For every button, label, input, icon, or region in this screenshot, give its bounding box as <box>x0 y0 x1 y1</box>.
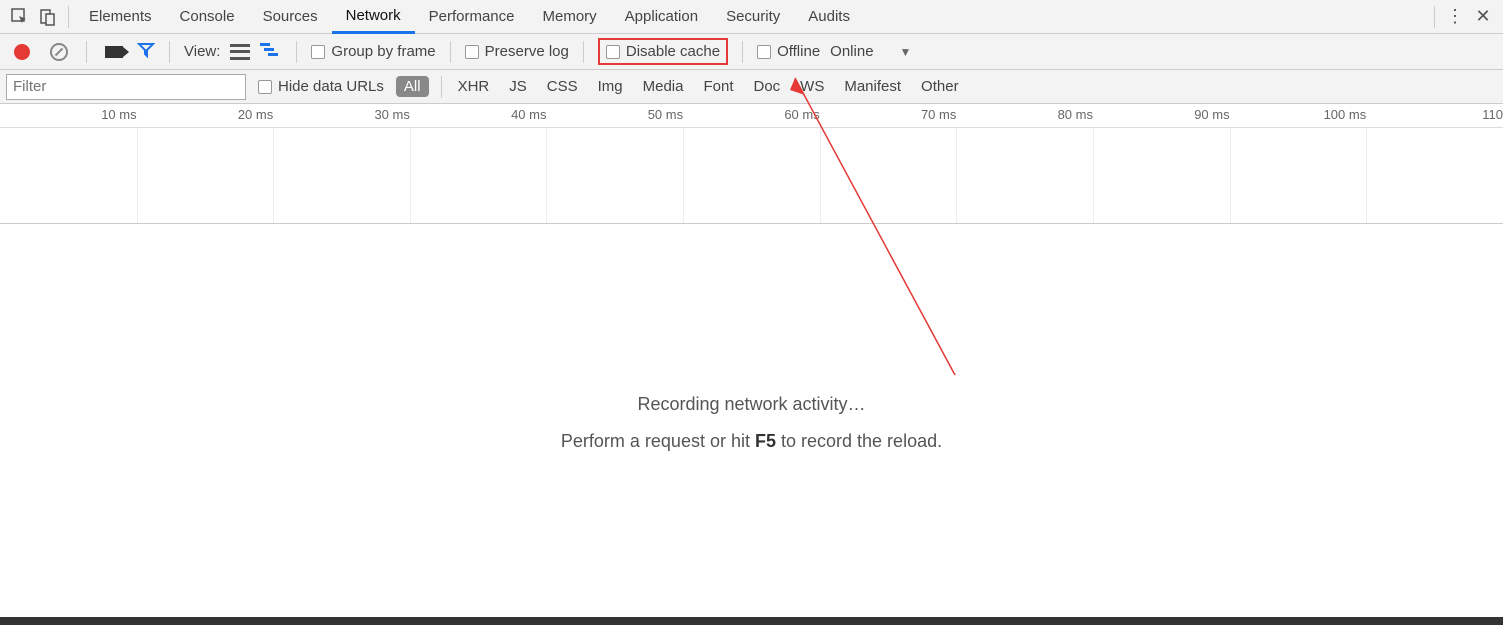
record-button[interactable] <box>14 44 30 60</box>
hide-data-urls-checkbox[interactable]: Hide data URLs <box>258 78 384 95</box>
recording-status-text: Recording network activity… <box>0 394 1503 415</box>
timeline-tick: 10 ms <box>101 107 136 122</box>
filter-input[interactable] <box>6 74 246 100</box>
group-by-frame-label: Group by frame <box>331 43 435 60</box>
hint-text: Perform a request or hit F5 to record th… <box>0 431 1503 452</box>
hint-suffix: to record the reload. <box>776 431 942 451</box>
tab-audits[interactable]: Audits <box>794 0 864 34</box>
tab-elements[interactable]: Elements <box>75 0 166 34</box>
hint-prefix: Perform a request or hit <box>561 431 755 451</box>
waterfall-view-icon[interactable] <box>260 42 282 62</box>
timeline-overview[interactable]: 10 ms 20 ms 30 ms 40 ms 50 ms 60 ms 70 m… <box>0 104 1503 224</box>
filter-bar: Hide data URLs All XHR JS CSS Img Media … <box>0 70 1503 104</box>
view-label: View: <box>184 43 220 60</box>
offline-label: Offline <box>777 43 820 60</box>
disable-cache-highlight: Disable cache <box>598 38 728 65</box>
timeline-tick: 80 ms <box>1058 107 1093 122</box>
offline-checkbox[interactable]: Offline <box>757 43 820 60</box>
filter-type-manifest[interactable]: Manifest <box>840 76 905 97</box>
throttling-select[interactable]: Online ▼ <box>830 43 911 60</box>
tab-security[interactable]: Security <box>712 0 794 34</box>
device-toolbar-icon[interactable] <box>34 3 62 31</box>
capture-screenshots-icon[interactable] <box>105 46 123 58</box>
timeline-tick: 70 ms <box>921 107 956 122</box>
throttling-value: Online <box>830 43 873 60</box>
empty-state-message: Recording network activity… Perform a re… <box>0 394 1503 452</box>
close-icon[interactable]: ✕ <box>1469 3 1497 31</box>
separator <box>441 76 442 98</box>
filter-type-font[interactable]: Font <box>699 76 737 97</box>
bottom-bar <box>0 617 1503 625</box>
tab-memory[interactable]: Memory <box>529 0 611 34</box>
filter-type-doc[interactable]: Doc <box>749 76 784 97</box>
filter-type-ws[interactable]: WS <box>796 76 828 97</box>
filter-type-other[interactable]: Other <box>917 76 963 97</box>
more-options-icon[interactable]: ⋮ <box>1441 3 1469 31</box>
devtools-tabbar: Elements Console Sources Network Perform… <box>0 0 1503 34</box>
separator <box>296 41 297 63</box>
separator <box>86 41 87 63</box>
timeline-tick: 50 ms <box>648 107 683 122</box>
tab-console[interactable]: Console <box>166 0 249 34</box>
hint-key: F5 <box>755 431 776 451</box>
timeline-tick: 20 ms <box>238 107 273 122</box>
timeline-tick: 30 ms <box>374 107 409 122</box>
large-rows-icon[interactable] <box>230 44 250 60</box>
filter-toggle-icon[interactable] <box>137 41 155 63</box>
preserve-log-checkbox[interactable]: Preserve log <box>465 43 569 60</box>
filter-type-css[interactable]: CSS <box>543 76 582 97</box>
timeline-tick: 100 ms <box>1324 107 1367 122</box>
chevron-down-icon: ▼ <box>900 45 912 59</box>
separator <box>742 41 743 63</box>
inspect-element-icon[interactable] <box>6 3 34 31</box>
timeline-tick: 40 ms <box>511 107 546 122</box>
network-toolbar: View: Group by frame Preserve log Disabl… <box>0 34 1503 70</box>
filter-type-all[interactable]: All <box>396 76 429 97</box>
timeline-tick: 90 ms <box>1194 107 1229 122</box>
disable-cache-checkbox[interactable]: Disable cache <box>606 43 720 60</box>
disable-cache-label: Disable cache <box>626 43 720 60</box>
separator <box>583 41 584 63</box>
tab-sources[interactable]: Sources <box>249 0 332 34</box>
tab-application[interactable]: Application <box>611 0 712 34</box>
tab-performance[interactable]: Performance <box>415 0 529 34</box>
filter-type-img[interactable]: Img <box>594 76 627 97</box>
tab-network[interactable]: Network <box>332 0 415 34</box>
separator <box>68 6 69 28</box>
group-by-frame-checkbox[interactable]: Group by frame <box>311 43 435 60</box>
preserve-log-label: Preserve log <box>485 43 569 60</box>
separator <box>169 41 170 63</box>
timeline-tick: 110 <box>1482 107 1503 122</box>
clear-icon[interactable] <box>50 43 68 61</box>
separator <box>450 41 451 63</box>
timeline-tick: 60 ms <box>784 107 819 122</box>
timeline-ticks: 10 ms 20 ms 30 ms 40 ms 50 ms 60 ms 70 m… <box>0 104 1503 128</box>
filter-type-xhr[interactable]: XHR <box>454 76 494 97</box>
hide-data-urls-label: Hide data URLs <box>278 78 384 95</box>
filter-type-js[interactable]: JS <box>505 76 531 97</box>
filter-type-media[interactable]: Media <box>639 76 688 97</box>
separator <box>1434 6 1435 28</box>
